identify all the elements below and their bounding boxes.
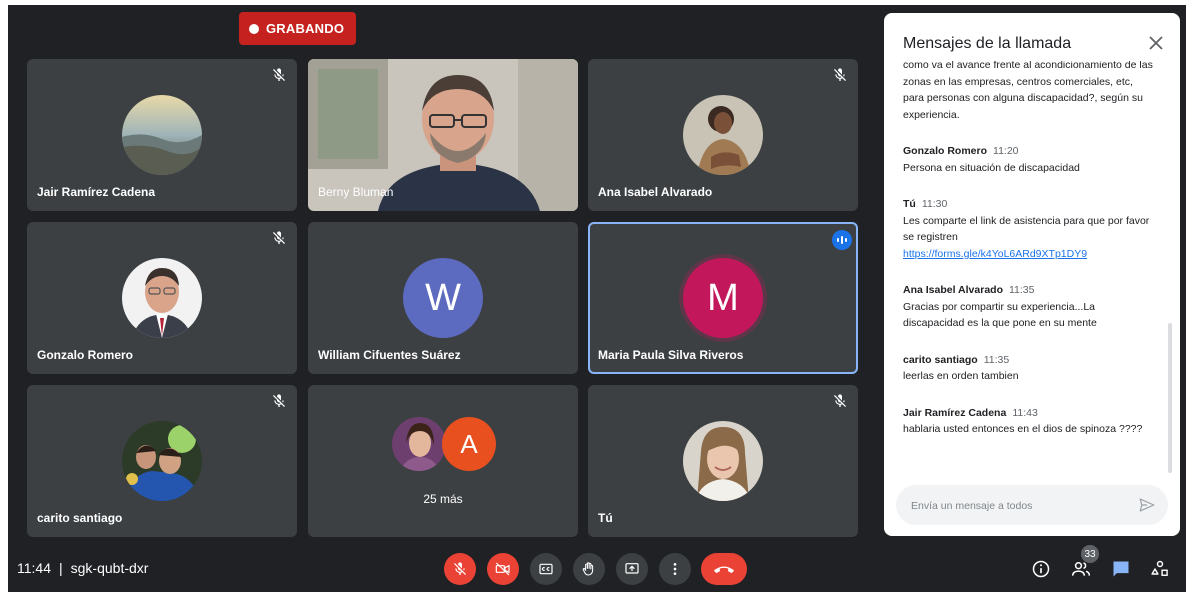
- chat-message-text: Gracias por compartir su experiencia...L…: [903, 300, 1097, 330]
- chat-message-text: Les comparte el link de asistencia para …: [903, 214, 1150, 244]
- toggle-mic-button[interactable]: [444, 553, 476, 585]
- activities-button[interactable]: [1148, 557, 1172, 581]
- chat-message-list: como va el avance frente al acondicionam…: [903, 61, 1153, 481]
- chat-message: Tú 11:30 Les comparte el link de asistenc…: [903, 196, 1153, 262]
- participant-tile-self[interactable]: Tú: [588, 385, 858, 537]
- participant-avatar-photo: [683, 95, 763, 175]
- participant-tile[interactable]: W William Cifuentes Suárez: [308, 222, 578, 374]
- participant-name: Berny Bluman: [318, 185, 394, 199]
- people-icon: [1071, 562, 1091, 576]
- participant-tile[interactable]: carito santiago: [27, 385, 297, 537]
- raise-hand-button[interactable]: [573, 553, 605, 585]
- chat-message-text: leerlas en orden tambien: [903, 370, 1019, 382]
- participant-tile[interactable]: Gonzalo Romero: [27, 222, 297, 374]
- leave-call-button[interactable]: [701, 553, 747, 585]
- chat-message-link[interactable]: https://forms.gle/k4YoL6ARd9XTp1DY9: [903, 248, 1087, 260]
- chat-panel-title: Mensajes de la llamada: [903, 35, 1072, 52]
- more-participants-count: 25 más: [423, 492, 463, 506]
- activities-icon: [1151, 560, 1168, 576]
- mic-off-icon: [273, 231, 285, 244]
- meeting-code: sgk-qubt-dxr: [70, 560, 149, 576]
- recording-badge: GRABANDO: [239, 12, 357, 45]
- toggle-camera-button[interactable]: [487, 553, 519, 585]
- meeting-stage: GRABANDO Jair Ramírez Cadena Berny Bluma…: [8, 5, 1186, 592]
- meeting-time: 11:44: [17, 560, 51, 576]
- camera-off-icon: [495, 562, 510, 576]
- participant-avatar-photo: [392, 417, 446, 471]
- participant-tile[interactable]: Ana Isabel Alvarado: [588, 59, 858, 211]
- chat-sender: Gonzalo Romero: [903, 145, 988, 157]
- chat-message: carito santiago 11:35 leerlas en orden ta…: [903, 352, 1153, 385]
- present-screen-button[interactable]: [616, 553, 648, 585]
- info-icon: [1032, 560, 1050, 578]
- participants-button[interactable]: [1069, 557, 1093, 581]
- chat-message-input[interactable]: [909, 485, 1133, 527]
- chat-message-text: Persona en situación de discapacidad: [903, 161, 1080, 174]
- participant-name: William Cifuentes Suárez: [318, 348, 461, 362]
- chat-sender: carito santiago: [903, 353, 978, 366]
- mic-off-icon: [273, 68, 285, 81]
- chat-panel: Mensajes de la llamada como va el avance…: [884, 13, 1180, 536]
- participant-avatar-letter: W: [403, 258, 483, 338]
- chat-message: Ana Isabel Alvarado 11:35 Gracias por com…: [903, 282, 1153, 332]
- participant-avatar-letter: M: [683, 258, 763, 338]
- participant-tile-video[interactable]: Berny Bluman: [308, 59, 578, 211]
- hangup-icon: [713, 566, 735, 574]
- chat-timestamp: 11:20: [993, 145, 1019, 157]
- participant-name: Tú: [598, 511, 613, 525]
- meeting-details-button[interactable]: [1029, 557, 1053, 581]
- mic-off-icon: [834, 394, 846, 407]
- recording-dot-icon: [249, 23, 259, 34]
- chat-scrollbar[interactable]: [1168, 323, 1172, 473]
- participant-avatar-photo: [122, 421, 202, 501]
- mic-off-icon: [454, 562, 466, 575]
- chat-message-text: hablaria usted entonces en el dios de sp…: [903, 423, 1143, 435]
- more-participants-tile[interactable]: A 25 más: [308, 385, 578, 537]
- participant-name: carito santiago: [37, 511, 123, 525]
- mic-off-icon: [834, 68, 846, 81]
- participant-avatar-photo: [122, 258, 202, 338]
- mic-off-icon: [273, 394, 285, 407]
- participant-name: Jair Ramírez Cadena: [37, 185, 156, 199]
- more-icon: [673, 563, 677, 575]
- chat-message-text: como va el avance frente al acondicionam…: [903, 61, 1153, 121]
- chat-message: Jair Ramírez Cadena 11:43 hablaria usted …: [903, 405, 1153, 438]
- chat-icon: [1113, 561, 1129, 577]
- chat-sender: Ana Isabel Alvarado: [903, 284, 1003, 296]
- chat-timestamp: 11:35: [983, 353, 1010, 366]
- close-icon[interactable]: [1144, 31, 1168, 55]
- chat-message: como va el avance frente al acondicionam…: [903, 61, 1153, 123]
- chat-sender: Jair Ramírez Cadena: [903, 406, 1007, 419]
- participant-name: Ana Isabel Alvarado: [598, 185, 713, 199]
- chat-sender: Tú: [903, 198, 916, 210]
- more-options-button[interactable]: [659, 553, 691, 585]
- captions-button[interactable]: [530, 553, 562, 585]
- participant-avatar-letter: A: [442, 417, 496, 471]
- chat-button[interactable]: [1109, 557, 1133, 581]
- meeting-info: 11:44 | sgk-qubt-dxr: [17, 560, 148, 576]
- recording-label: GRABANDO: [266, 21, 345, 36]
- separator: |: [59, 560, 63, 576]
- speaking-icon: [832, 230, 852, 250]
- participant-tile-active-speaker[interactable]: M Maria Paula Silva Riveros: [588, 222, 858, 374]
- participant-name: Gonzalo Romero: [37, 348, 134, 362]
- captions-icon: [539, 563, 553, 575]
- chat-timestamp: 11:43: [1012, 406, 1038, 419]
- send-icon[interactable]: [1138, 496, 1156, 514]
- chat-message: Gonzalo Romero 11:20 Persona en situación…: [903, 143, 1153, 176]
- participant-tile[interactable]: Jair Ramírez Cadena: [27, 59, 297, 211]
- chat-timestamp: 11:30: [921, 198, 948, 210]
- participant-avatar-photo: [683, 421, 763, 501]
- hand-icon: [582, 562, 594, 576]
- participant-avatar-photo: [122, 95, 202, 175]
- present-icon: [625, 563, 639, 574]
- chat-input-container: [896, 485, 1168, 527]
- participant-name: Maria Paula Silva Riveros: [598, 348, 744, 362]
- chat-timestamp: 11:35: [1008, 284, 1035, 296]
